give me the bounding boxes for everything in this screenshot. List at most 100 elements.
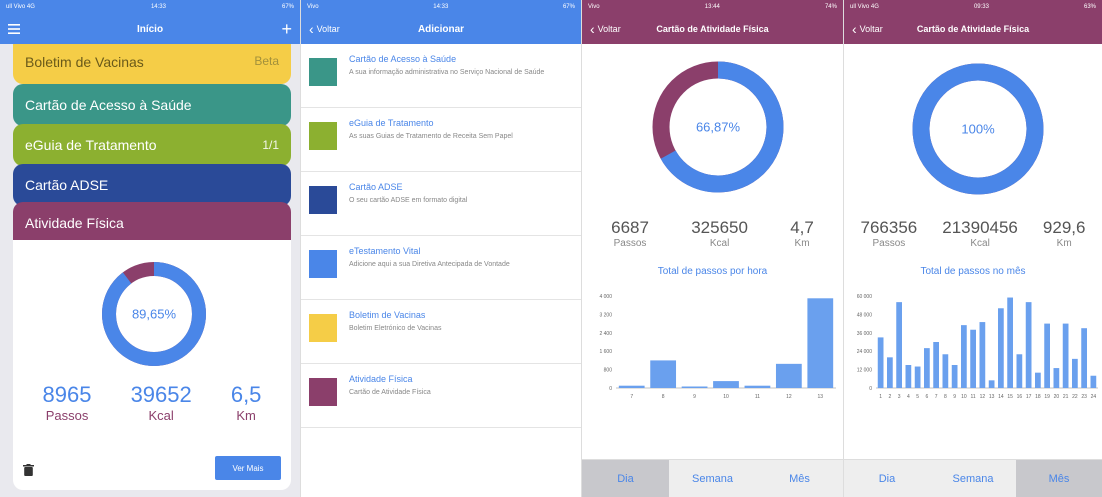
stat-km: 929,6 Km (1043, 218, 1086, 249)
list-item-text: Cartão ADSE O seu cartão ADSE em formato … (349, 182, 467, 205)
back-label: Voltar (859, 24, 883, 34)
list-item[interactable]: Cartão de Acesso à Saúde A sua informação… (301, 44, 581, 108)
bar (1025, 302, 1032, 388)
back-button[interactable]: ‹ Voltar (852, 21, 883, 37)
stat-km: 4,7 Km (790, 218, 814, 249)
chart-title: Total de passos no mês (920, 266, 1026, 277)
stat-steps: 6687 Passos (611, 218, 649, 249)
trash-icon[interactable] (23, 464, 34, 476)
back-label: Voltar (316, 24, 340, 34)
status-carrier: Vivo (588, 4, 600, 10)
tab-day[interactable]: Dia (582, 460, 669, 497)
list-item[interactable]: Cartão ADSE O seu cartão ADSE em formato … (301, 172, 581, 236)
list-item-text: eGuia de Tratamento As suas Guias de Trat… (349, 118, 513, 141)
status-bar: Vivo 14:33 67% (301, 0, 581, 14)
list-item-subtitle: O seu cartão ADSE em formato digital (349, 197, 468, 204)
bar (713, 381, 739, 388)
status-battery: 63% (1083, 4, 1096, 10)
page-title: Adicionar (417, 23, 465, 35)
list-item[interactable]: Atividade Física Cartão de Atividade Físi… (301, 364, 581, 428)
color-swatch (309, 122, 337, 150)
status-time: 14:33 (433, 4, 449, 10)
beta-badge: Beta (254, 54, 279, 68)
bar (1053, 368, 1060, 388)
tab-week[interactable]: Semana (930, 460, 1016, 497)
x-tick-label: 10 (961, 394, 967, 400)
x-tick-label: 24 (1091, 394, 1097, 400)
card-adse[interactable]: Cartão ADSE (13, 164, 291, 206)
bar (998, 308, 1004, 388)
status-time: 13:44 (704, 4, 720, 10)
list-item[interactable]: eGuia de Tratamento As suas Guias de Trat… (301, 108, 581, 172)
menu-icon[interactable] (8, 24, 20, 34)
chevron-left-icon: ‹ (852, 21, 857, 37)
screen-activity-month: ull Vivo 4G 09:33 63% ‹ Voltar Cartão de… (843, 0, 1102, 497)
bar (1072, 358, 1078, 388)
add-button[interactable]: + (281, 19, 292, 40)
x-tick-label: 2 (888, 394, 891, 400)
stat-label: Passos (45, 408, 89, 423)
y-tick-label: 0 (609, 386, 612, 392)
chart-title: Total de passos por hora (657, 266, 768, 277)
x-tick-label: 15 (1007, 394, 1013, 400)
activity-card: 89,65% 8965 Passos 39652 Kcal 6,5 Km Ver… (13, 240, 291, 490)
color-swatch (309, 378, 337, 406)
stat-kcal: 21390456 Kcal (942, 218, 1018, 249)
back-label: Voltar (597, 24, 621, 34)
see-more-button[interactable]: Ver Mais (215, 456, 281, 480)
list-item[interactable]: Boletim de Vacinas Boletim Eletrónico de … (301, 300, 581, 364)
x-tick-label: 9 (953, 394, 956, 400)
y-tick-label: 800 (604, 368, 613, 374)
ring-percentage: 66,87% (695, 119, 741, 135)
bar (1090, 375, 1097, 388)
list-item-subtitle: As suas Guias de Tratamento de Receita S… (349, 133, 513, 140)
list-item-title: Cartão de Acesso à Saúde (349, 54, 457, 64)
bar (1062, 323, 1069, 388)
stat-steps: 8965 Passos (43, 382, 92, 423)
screen-home: ull Vivo 4G 14:33 67% Início + Boletim d… (0, 0, 300, 497)
list-item-title: Atividade Física (349, 374, 413, 384)
progress-ring: 66,87% (651, 60, 785, 194)
card-atividade-fisica[interactable]: Atividade Física (13, 202, 291, 244)
list-item[interactable]: eTestamento Vital Adicione aqui a sua Dir… (301, 236, 581, 300)
chevron-left-icon: ‹ (309, 21, 314, 37)
status-carrier: ull Vivo 4G (850, 4, 879, 10)
stat-km: 6,5 Km (231, 382, 262, 423)
tab-day[interactable]: Dia (844, 460, 930, 497)
ring-percentage: 89,65% (131, 306, 177, 322)
y-tick-label: 0 (869, 386, 872, 392)
ring-percentage: 100% (961, 121, 995, 137)
progress-ring: 89,65% (100, 260, 208, 368)
tab-week[interactable]: Semana (669, 460, 756, 497)
color-swatch (309, 314, 337, 342)
y-tick-label: 3 200 (599, 312, 612, 318)
y-tick-label: 24 000 (857, 349, 873, 355)
card-boletim-vacinas[interactable]: Boletim de Vacinas Beta (13, 44, 291, 84)
stat-kcal: 325650 Kcal (691, 218, 748, 249)
card-label: eGuia de Tratamento (25, 137, 157, 153)
x-tick-label: 13 (989, 394, 995, 400)
y-tick-label: 36 000 (857, 331, 873, 337)
bar (914, 366, 921, 388)
status-battery: 74% (824, 4, 837, 10)
card-eguia-tratamento[interactable]: eGuia de Tratamento 1/1 (13, 124, 291, 166)
stat-value: 6687 (611, 218, 649, 237)
back-button[interactable]: ‹ Voltar (590, 21, 621, 37)
back-button[interactable]: ‹ Voltar (309, 21, 340, 37)
x-tick-label: 14 (998, 394, 1004, 400)
tab-month[interactable]: Mês (1016, 460, 1102, 497)
stat-value: 21390456 (942, 218, 1018, 237)
bar (775, 363, 802, 388)
stat-value: 39652 (130, 382, 192, 407)
status-time: 14:33 (150, 4, 166, 10)
bar (1016, 354, 1023, 388)
stat-value: 4,7 (790, 218, 814, 237)
x-tick-label: 19 (1044, 394, 1050, 400)
card-cartao-acesso-saude[interactable]: Cartão de Acesso à Saúde (13, 84, 291, 126)
list-item-text: Cartão de Acesso à Saúde A sua informação… (349, 54, 544, 77)
tab-month[interactable]: Mês (756, 460, 843, 497)
stat-label: Km (1056, 238, 1072, 249)
card-label: Cartão ADSE (25, 177, 109, 193)
screen-add: Vivo 14:33 67% ‹ Voltar Adicionar Cartão… (300, 0, 581, 497)
y-tick-label: 12 000 (857, 368, 873, 374)
